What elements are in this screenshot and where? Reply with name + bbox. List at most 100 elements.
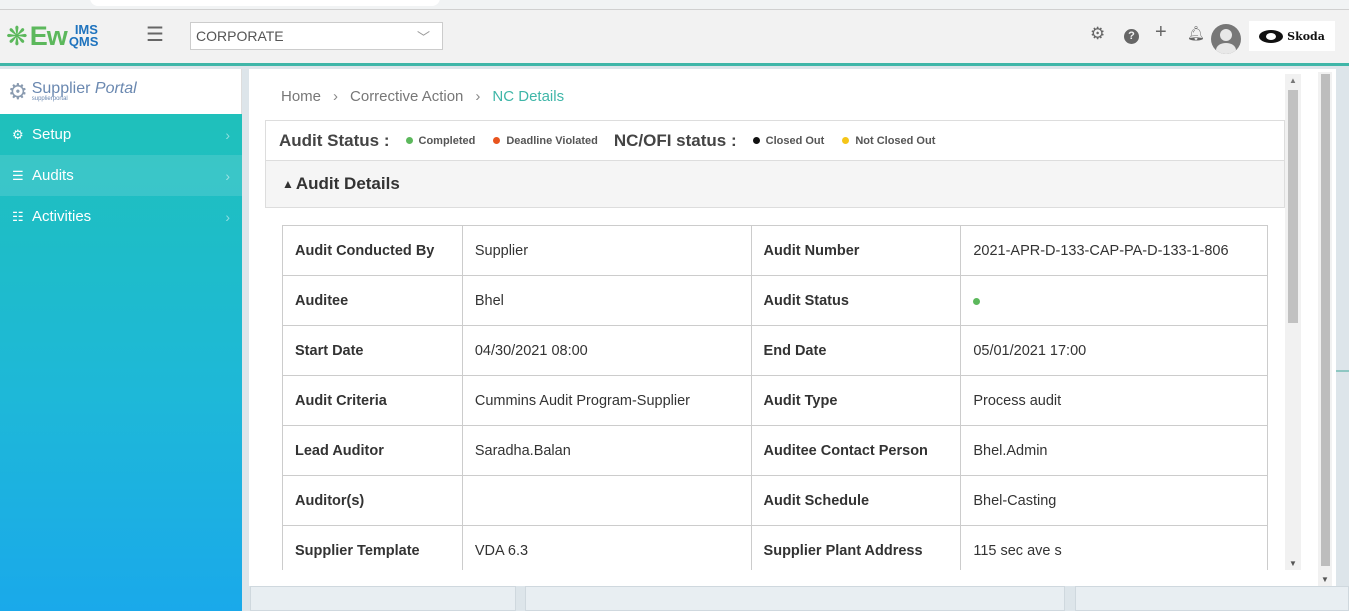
yellow-dot-icon <box>842 137 850 144</box>
legend-not-closed-out: Not Closed Out <box>842 135 935 147</box>
breadcrumb-home[interactable]: Home <box>281 88 321 105</box>
detail-key: End Date <box>750 325 962 376</box>
detail-value: 2021-APR-D-133-CAP-PA-D-133-1-806 <box>960 225 1268 276</box>
legend-label: Completed <box>418 134 476 147</box>
sidebar-item-label: Setup <box>32 126 72 143</box>
supplier-portal-gear-icon: ⚙ <box>8 78 28 104</box>
logo-ims-qms: IMS QMS <box>68 22 99 49</box>
logo-ew-text: Ew <box>29 20 68 51</box>
audit-status-completed-dot-icon <box>973 297 981 305</box>
portal-title: Supplier <box>31 79 91 97</box>
detail-key: Supplier Template <box>282 525 463 570</box>
detail-value: 115 sec ave s <box>960 525 1268 570</box>
table-row: Auditor(s) Audit Schedule Bhel-Casting <box>282 475 1268 526</box>
hamburger-menu-icon[interactable]: ☰ <box>146 22 164 47</box>
detail-key: Auditee <box>282 275 463 326</box>
flower-logo-icon: ❋ <box>6 21 28 51</box>
orange-dot-icon <box>493 137 501 144</box>
ewqms-logo[interactable]: ❋ Ew IMS QMS <box>6 20 98 52</box>
skoda-emblem-icon <box>1259 29 1284 43</box>
section-title: Audit Details <box>295 174 400 193</box>
top-header: ❋ Ew IMS QMS ☰ CORPORATE ﹀ ⚙ ? + 🔔︎ Skod… <box>0 10 1349 66</box>
background-card <box>1075 586 1349 611</box>
sidebar: ⚙ Supplier Portal supplierportal ⚙ Setup… <box>0 69 242 611</box>
legend-deadline-violated: Deadline Violated <box>493 135 598 147</box>
breadcrumb-corrective-action[interactable]: Corrective Action <box>350 88 463 105</box>
sidebar-item-audits[interactable]: ☰ Audits › <box>0 155 242 196</box>
scroll-down-arrow-icon[interactable]: ▼ <box>1321 575 1329 584</box>
settings-gear-icon[interactable]: ⚙ <box>1090 24 1105 44</box>
detail-key: Audit Criteria <box>282 375 463 426</box>
content-scrollbar[interactable]: ▲ ▼ <box>1285 74 1301 570</box>
background-card <box>250 586 516 611</box>
detail-value: 04/30/2021 08:00 <box>461 325 752 376</box>
detail-value: Bhel.Admin <box>960 425 1268 476</box>
detail-key: Audit Schedule <box>750 475 962 526</box>
sidebar-item-setup[interactable]: ⚙ Setup › <box>0 114 242 155</box>
sidebar-item-label: Activities <box>32 208 92 225</box>
green-dot-icon <box>405 137 413 144</box>
detail-value <box>461 475 752 526</box>
detail-value <box>960 275 1268 326</box>
page-scrollbar[interactable]: ▼ <box>1318 72 1332 586</box>
breadcrumb-nc-details: NC Details <box>492 88 565 105</box>
detail-key: Supplier Plant Address <box>750 525 962 570</box>
notification-bell-icon[interactable]: 🔔︎ <box>1187 25 1205 42</box>
legend-label: Closed Out <box>765 134 825 147</box>
detail-value: Bhel-Casting <box>960 475 1268 526</box>
content-scrollbar-thumb[interactable] <box>1288 90 1298 323</box>
chevron-right-icon: › <box>333 88 339 105</box>
browser-strip <box>0 0 1349 10</box>
nc-ofi-status-label: NC/OFI status : <box>613 130 737 150</box>
page-scrollbar-thumb[interactable] <box>1321 74 1330 566</box>
chevron-right-icon: › <box>225 208 230 225</box>
audit-details-toggle[interactable]: ▲ Audit Details <box>265 161 1285 208</box>
legend-label: Not Closed Out <box>855 134 936 147</box>
audit-details-table: Audit Conducted By Supplier Audit Number… <box>282 225 1268 570</box>
detail-key: Auditor(s) <box>282 475 463 526</box>
background-card <box>525 586 1065 611</box>
chevron-right-icon: › <box>225 167 230 184</box>
black-dot-icon <box>752 137 760 144</box>
table-row: Audit Criteria Cummins Audit Program-Sup… <box>282 375 1268 426</box>
detail-value: Process audit <box>960 375 1268 426</box>
detail-key: Audit Status <box>750 275 962 326</box>
legend-completed: Completed <box>405 134 476 147</box>
status-legend-bar: Audit Status : Completed Deadline Violat… <box>265 120 1285 161</box>
user-avatar[interactable] <box>1211 24 1241 54</box>
supplier-portal-header: ⚙ Supplier Portal supplierportal <box>0 69 242 114</box>
table-row: Lead Auditor Saradha.Balan Auditee Conta… <box>282 425 1268 476</box>
caret-up-icon: ▲ <box>282 177 294 191</box>
detail-value: Supplier <box>461 225 752 276</box>
add-icon[interactable]: + <box>1155 21 1167 44</box>
nc-details-content: Audit Status : Completed Deadline Violat… <box>265 120 1285 570</box>
brand-name: Skoda <box>1287 29 1325 43</box>
chevron-down-icon: ﹀ <box>416 30 430 45</box>
audit-status-label: Audit Status : <box>279 130 390 150</box>
table-row: Supplier Template VDA 6.3 Supplier Plant… <box>282 525 1268 570</box>
legend-label: Deadline Violated <box>506 134 598 147</box>
detail-key: Audit Conducted By <box>282 225 463 276</box>
detail-value: Bhel <box>461 275 752 326</box>
detail-value: Cummins Audit Program-Supplier <box>461 375 752 426</box>
detail-key: Auditee Contact Person <box>750 425 962 476</box>
legend-closed-out: Closed Out <box>752 134 825 147</box>
sidebar-item-activities[interactable]: ☷ Activities › <box>0 196 242 237</box>
detail-key: Start Date <box>282 325 463 376</box>
checklist-icon: ☷ <box>12 208 24 224</box>
background-divider <box>1336 370 1349 372</box>
scroll-down-arrow-icon[interactable]: ▼ <box>1289 559 1297 568</box>
help-icon[interactable]: ? <box>1124 24 1139 44</box>
chevron-right-icon: › <box>225 126 230 143</box>
address-bar[interactable] <box>90 0 440 6</box>
chevron-right-icon: › <box>475 88 481 105</box>
portal-title-italic: Portal <box>94 79 137 97</box>
detail-key: Audit Number <box>750 225 962 276</box>
sidebar-item-label: Audits <box>32 167 74 184</box>
table-row: Audit Conducted By Supplier Audit Number… <box>282 225 1268 276</box>
table-row: Auditee Bhel Audit Status <box>282 275 1268 326</box>
scroll-up-arrow-icon[interactable]: ▲ <box>1289 76 1297 85</box>
organization-select[interactable]: CORPORATE ﹀ <box>190 22 443 50</box>
detail-value: VDA 6.3 <box>461 525 752 570</box>
skoda-brand-logo: Skoda <box>1249 21 1335 51</box>
